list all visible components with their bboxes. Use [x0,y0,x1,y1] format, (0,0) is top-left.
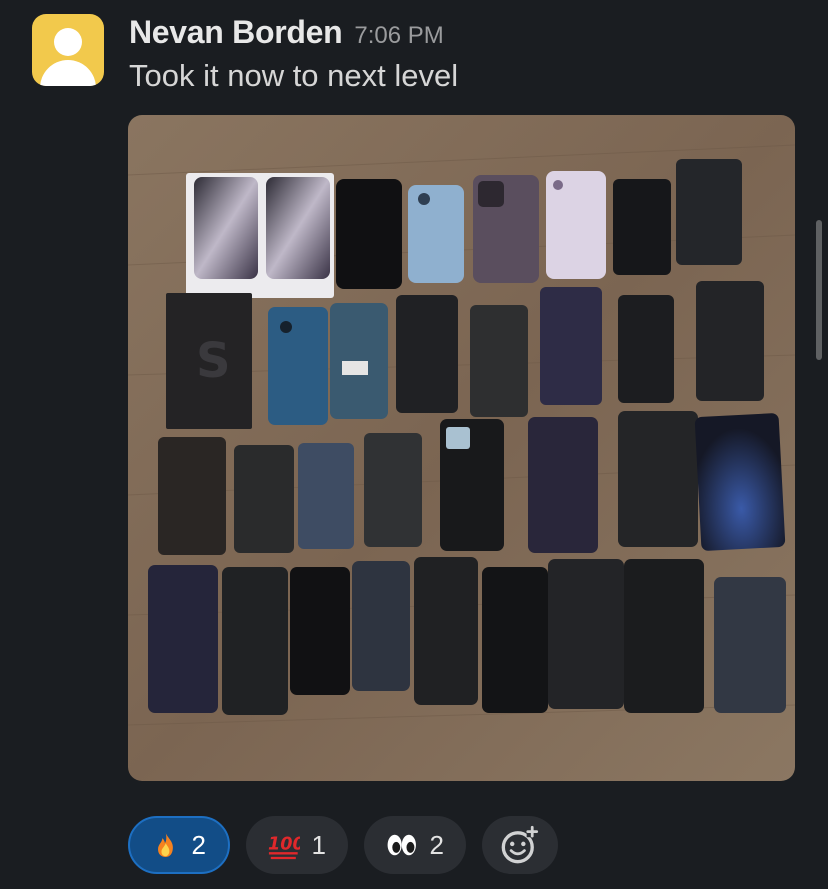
reaction-fire[interactable]: 2 [128,816,230,874]
avatar-head [54,28,82,56]
message-time[interactable]: 7:06 PM [354,22,443,50]
avatar-body [40,60,96,86]
message-header: Nevan Borden 7:06 PM [129,14,444,51]
add-reaction-button[interactable] [482,816,558,874]
reaction-count: 1 [311,829,326,860]
phones-photo: S [128,115,795,781]
reaction-eyes[interactable]: 2 [364,816,466,874]
fire-icon [158,832,173,858]
eyes-icon [387,834,416,856]
author-name[interactable]: Nevan Borden [129,14,343,51]
image-attachment[interactable]: S [128,115,795,781]
avatar[interactable] [32,14,104,86]
reactions-bar: 2 100 1 2 [128,816,558,874]
svg-text:S: S [196,333,231,389]
reaction-hundred[interactable]: 100 1 [246,816,348,874]
add-emoji-icon [501,825,539,864]
scrollbar[interactable] [816,220,822,360]
reaction-count: 2 [191,829,206,860]
message-text: Took it now to next level [129,58,459,93]
reaction-count: 2 [429,829,444,860]
svg-text:100: 100 [268,835,300,855]
hundred-points-icon: 100 [268,835,300,860]
